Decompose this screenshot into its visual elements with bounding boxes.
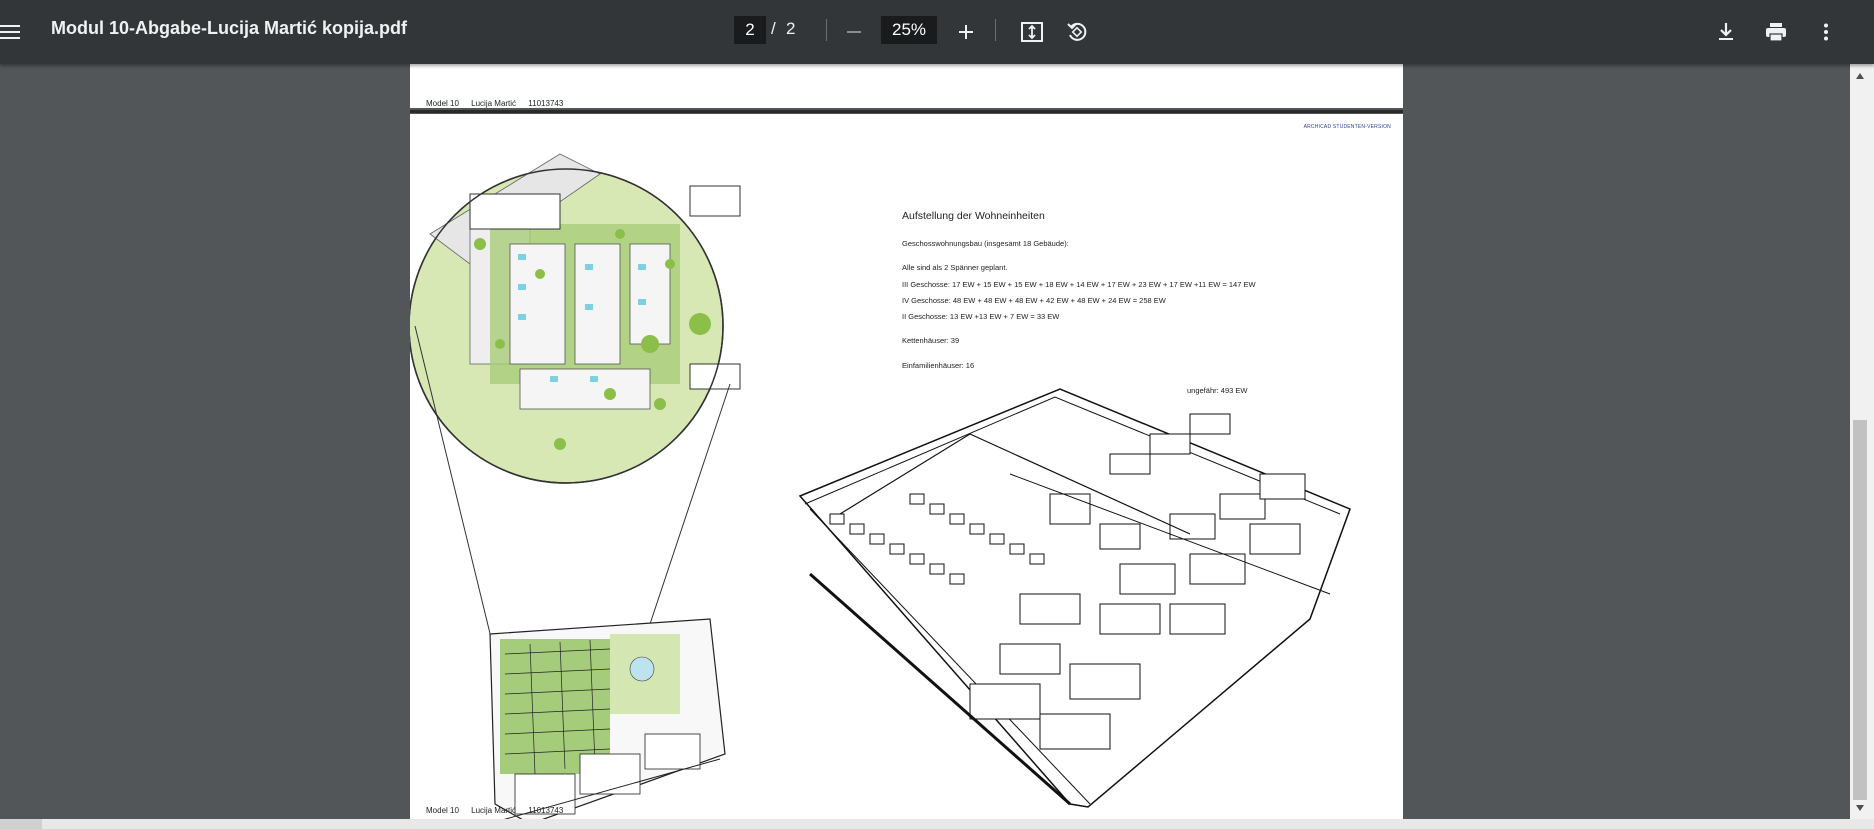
page-1-footer: Model 10 Lucija Martić 11013743 [426,99,573,108]
print-icon [1766,23,1786,42]
zoom-in-button[interactable] [946,12,986,52]
vertical-scrollbar[interactable] [1850,64,1874,819]
footer-author: Lucija Martić [471,806,517,815]
page-number-input[interactable]: 2 [734,16,766,44]
more-options-button[interactable] [1806,12,1846,52]
scroll-down-arrow-icon[interactable] [1850,800,1870,816]
footer-id: 11013743 [528,806,564,815]
footer-module: Model 10 [426,99,459,108]
footer-author: Lucija Martić [471,99,517,108]
footer-id: 11013743 [528,99,564,108]
page-2-footer: Model 10 Lucija Martić 11013743 [426,806,573,815]
toolbar-divider [995,19,996,41]
fit-to-page-button[interactable] [1012,12,1052,52]
sheet-line-6: Kettenhäuser: 39 [902,336,960,345]
sheet-line-5: II Geschosse: 13 EW +13 EW + 7 EW = 33 E… [902,312,1060,321]
pdf-page-2: ARCHICAD STUDENTEN-VERSION Aufstellung d… [410,114,1403,819]
print-button[interactable] [1756,12,1796,52]
detail-magnifier [410,153,741,484]
sheet-line-2: Alle sind als 2 Spänner geplant. [902,263,1008,272]
fit-page-icon [1021,22,1043,42]
download-icon [1719,23,1733,40]
zoom-out-button[interactable] [834,12,874,52]
rotate-icon [1067,22,1087,41]
rotate-button[interactable] [1057,12,1097,52]
hamburger-menu-icon[interactable] [0,12,30,52]
site-plan [489,618,726,819]
pdf-toolbar: Modul 10-Abgabe-Lucija Martić kopija.pdf… [0,0,1874,64]
sheet-line-4: IV Geschosse: 48 EW + 48 EW + 48 EW + 42… [902,296,1166,305]
sheet-line-3: III Geschosse: 17 EW + 15 EW + 15 EW + 1… [902,280,1256,289]
zoom-input[interactable]: 25% [881,16,937,44]
bottom-strip-segment [0,819,42,829]
bottom-strip [0,819,1874,829]
axonometric-model [798,388,1351,808]
sheet-line-1: Geschosswohnungsbau (insgesamt 18 Gebäud… [902,239,1069,248]
footer-module: Model 10 [426,806,459,815]
sheet-line-7: Einfamilienhäuser: 16 [902,361,975,370]
document-title: Modul 10-Abgabe-Lucija Martić kopija.pdf [51,18,408,38]
pdf-viewer[interactable]: Model 10 Lucija Martić 11013743 ARCHICAD… [0,64,1850,819]
page-separator: / [771,19,776,38]
sheet-total: ungefähr: 493 EW [1187,386,1248,395]
scroll-up-arrow-icon[interactable] [1850,68,1870,84]
sheet-heading: Aufstellung der Wohneinheiten [902,210,1045,222]
more-vert-icon [1824,23,1828,41]
toolbar-divider [826,19,827,41]
download-button[interactable] [1706,12,1746,52]
plus-icon [959,25,973,39]
total-pages: 2 [786,19,796,38]
page-divider [410,110,1403,113]
pdf-page-1: Model 10 Lucija Martić 11013743 [410,64,1403,108]
minus-icon [847,31,861,33]
scrollbar-thumb[interactable] [1853,420,1867,800]
